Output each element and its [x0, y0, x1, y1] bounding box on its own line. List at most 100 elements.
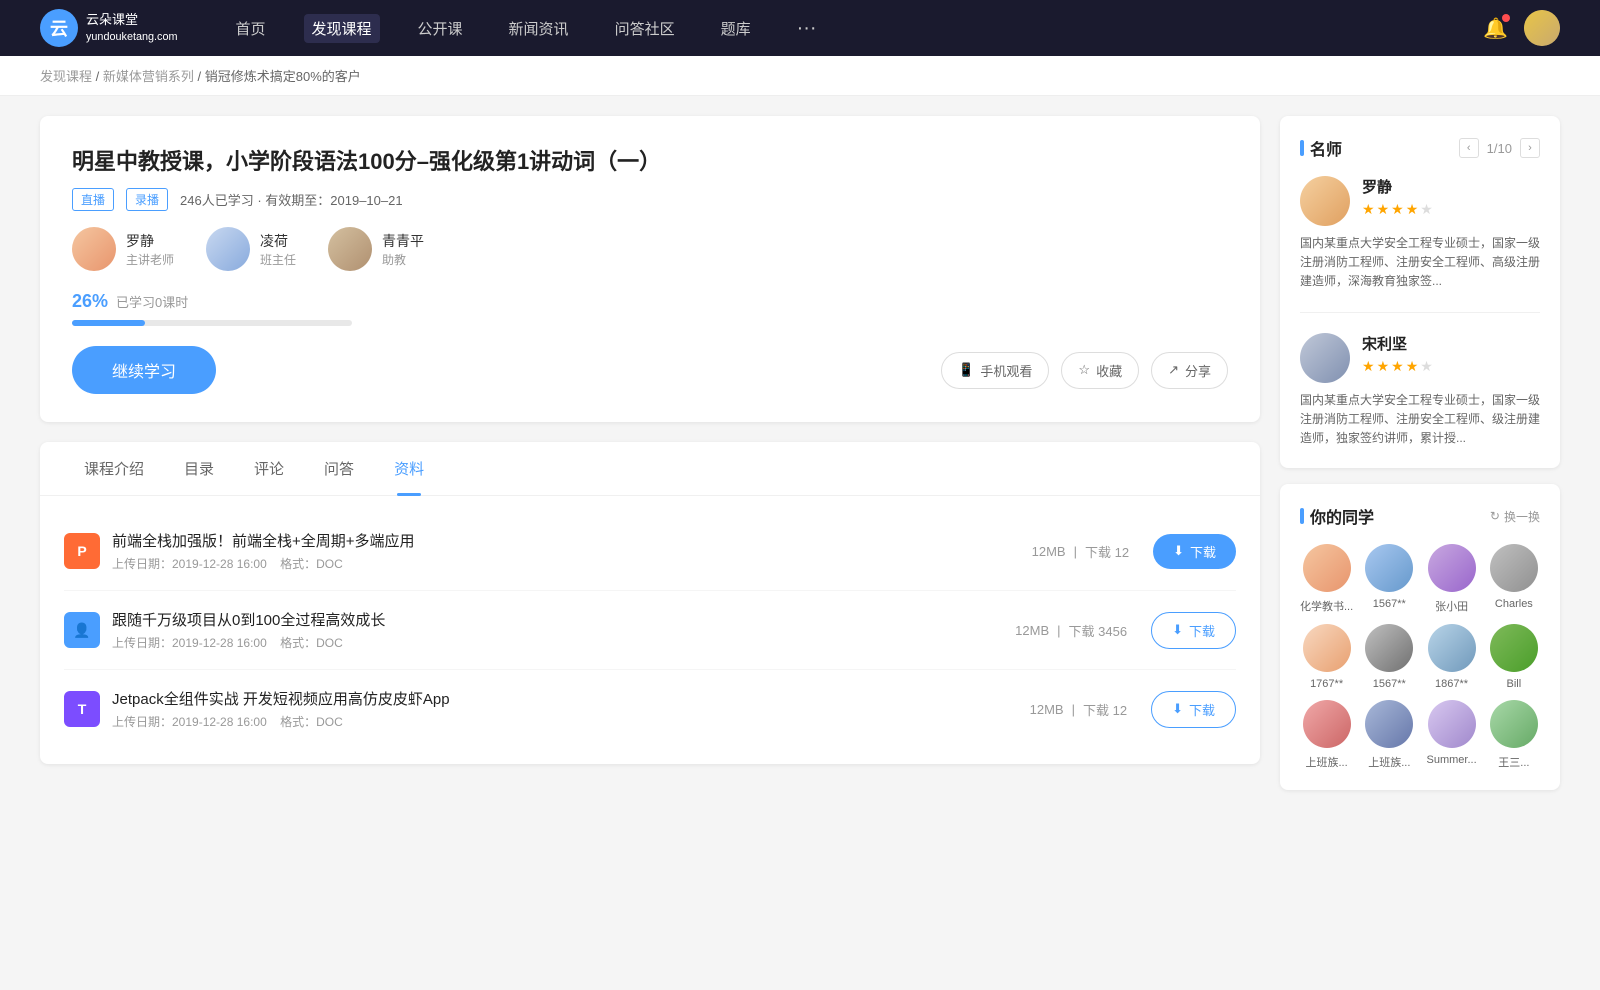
progress-section: 26% 已学习0课时 — [72, 291, 1228, 326]
resource-info-2: 跟随千万级项目从0到100全过程高效成长 上传日期：2019-12-28 16:… — [112, 609, 991, 651]
tab-intro[interactable]: 课程介绍 — [64, 442, 164, 495]
teacher-page: 1/10 — [1487, 141, 1512, 156]
resource-stats-2: 12MB | 下载 3456 — [1015, 621, 1127, 640]
classmate-item-11: Summer... — [1425, 700, 1477, 770]
classmate-avatar-3[interactable] — [1428, 544, 1476, 592]
resource-size-3: 12MB — [1030, 702, 1064, 717]
tag-record: 录播 — [126, 188, 168, 211]
classmate-avatar-5[interactable] — [1303, 624, 1351, 672]
classmates-title: 你的同学 — [1300, 504, 1374, 528]
classmate-avatar-7[interactable] — [1428, 624, 1476, 672]
instructor-role-1: 主讲老师 — [126, 251, 174, 268]
classmate-item-6: 1567** — [1363, 624, 1415, 690]
tab-qa[interactable]: 问答 — [304, 442, 374, 495]
mobile-watch-label: 手机观看 — [980, 361, 1032, 380]
classmate-item-9: 上班族... — [1300, 700, 1353, 770]
nav-item-discover[interactable]: 发现课程 — [304, 14, 380, 43]
classmate-name-5: 1767** — [1310, 678, 1343, 690]
classmate-avatar-10[interactable] — [1365, 700, 1413, 748]
resource-info-3: Jetpack全组件实战 开发短视频应用高仿皮皮虾App 上传日期：2019-1… — [112, 688, 1006, 730]
resource-sub-3: 上传日期：2019-12-28 16:00 格式：DOC — [112, 713, 1006, 730]
continue-button[interactable]: 继续学习 — [72, 346, 216, 394]
tab-catalog[interactable]: 目录 — [164, 442, 234, 495]
refresh-label: 换一换 — [1504, 508, 1540, 525]
download-button-2[interactable]: ⬇ 下载 — [1151, 612, 1236, 649]
logo-text: 云朵课堂yundouketang.com — [86, 12, 178, 44]
download-icon-2: ⬇ — [1172, 622, 1183, 638]
breadcrumb-discover[interactable]: 发现课程 — [40, 69, 92, 84]
nav-item-news[interactable]: 新闻资讯 — [501, 14, 577, 43]
logo[interactable]: 云 云朵课堂yundouketang.com — [40, 9, 178, 47]
resource-title-2: 跟随千万级项目从0到100全过程高效成长 — [112, 609, 991, 630]
instructor-avatar-1 — [72, 227, 116, 271]
right-panel: 名师 ‹ 1/10 › 罗静 ★ — [1280, 116, 1560, 790]
download-button-1[interactable]: ⬇ 下载 — [1153, 534, 1236, 569]
instructor-info-1: 罗静 主讲老师 — [126, 231, 174, 268]
teacher-name-2: 宋利坚 — [1362, 333, 1433, 354]
user-avatar-nav[interactable] — [1524, 10, 1560, 46]
tabs-header: 课程介绍 目录 评论 问答 资料 — [40, 442, 1260, 496]
instructor-name-3: 青青平 — [382, 231, 424, 251]
nav-item-quiz[interactable]: 题库 — [713, 14, 759, 43]
progress-bar-fill — [72, 320, 145, 326]
breadcrumb-series[interactable]: 新媒体营销系列 — [103, 69, 194, 84]
classmate-avatar-9[interactable] — [1303, 700, 1351, 748]
nav-item-home[interactable]: 首页 — [228, 14, 274, 43]
teacher-top-1: 罗静 ★ ★ ★ ★ ★ — [1300, 176, 1540, 226]
classmate-item-12: 王三... — [1488, 700, 1540, 770]
teacher-name-1: 罗静 — [1362, 176, 1433, 197]
nav-item-more[interactable]: ··· — [789, 13, 825, 44]
refresh-button[interactable]: ↻ 换一换 — [1490, 508, 1540, 525]
instructor-name-2: 凌荷 — [260, 231, 296, 251]
instructor-3: 青青平 助教 — [328, 227, 424, 271]
instructor-2: 凌荷 班主任 — [206, 227, 296, 271]
classmate-name-11: Summer... — [1427, 754, 1477, 766]
classmate-name-10: 上班族... — [1368, 754, 1410, 770]
main-container: 明星中教授课，小学阶段语法100分–强化级第1讲动词（一） 直播 录播 246人… — [0, 96, 1600, 810]
course-card: 明星中教授课，小学阶段语法100分–强化级第1讲动词（一） 直播 录播 246人… — [40, 116, 1260, 422]
course-actions: 继续学习 📱 手机观看 ☆ 收藏 ↗ 分享 — [72, 346, 1228, 394]
nav-item-qa[interactable]: 问答社区 — [607, 14, 683, 43]
classmate-item-10: 上班族... — [1363, 700, 1415, 770]
download-button-3[interactable]: ⬇ 下载 — [1151, 691, 1236, 728]
resource-item-3: T Jetpack全组件实战 开发短视频应用高仿皮皮虾App 上传日期：2019… — [64, 670, 1236, 748]
classmate-avatar-2[interactable] — [1365, 544, 1413, 592]
teacher-prev-button[interactable]: ‹ — [1459, 138, 1479, 158]
classmate-name-8: Bill — [1507, 678, 1522, 690]
classmates-header: 你的同学 ↻ 换一换 — [1300, 504, 1540, 528]
resource-size-1: 12MB — [1032, 544, 1066, 559]
teacher-stars-2: ★ ★ ★ ★ ★ — [1362, 358, 1433, 375]
tab-review[interactable]: 评论 — [234, 442, 304, 495]
classmate-item-5: 1767** — [1300, 624, 1353, 690]
classmate-name-2: 1567** — [1373, 598, 1406, 610]
notification-bell[interactable]: 🔔 — [1483, 16, 1508, 41]
instructor-1: 罗静 主讲老师 — [72, 227, 174, 271]
teacher-entry-2: 宋利坚 ★ ★ ★ ★ ★ 国内某重点大学安全工程专业硕士，国家一级注册消防工程… — [1300, 333, 1540, 449]
progress-header: 26% 已学习0课时 — [72, 291, 1228, 312]
course-meta-text: 246人已学习 · 有效期至：2019–10–21 — [180, 190, 403, 209]
classmate-item-1: 化学教书... — [1300, 544, 1353, 614]
refresh-icon: ↻ — [1490, 509, 1500, 523]
resource-size-2: 12MB — [1015, 623, 1049, 638]
classmate-avatar-12[interactable] — [1490, 700, 1538, 748]
classmate-avatar-4[interactable] — [1490, 544, 1538, 592]
instructor-role-2: 班主任 — [260, 251, 296, 268]
instructor-info-2: 凌荷 班主任 — [260, 231, 296, 268]
left-panel: 明星中教授课，小学阶段语法100分–强化级第1讲动词（一） 直播 录播 246人… — [40, 116, 1260, 790]
resource-icon-1: P — [64, 533, 100, 569]
action-buttons: 📱 手机观看 ☆ 收藏 ↗ 分享 — [941, 352, 1228, 389]
tab-resources[interactable]: 资料 — [374, 442, 444, 495]
collect-button[interactable]: ☆ 收藏 — [1061, 352, 1139, 389]
classmate-avatar-1[interactable] — [1303, 544, 1351, 592]
classmate-avatar-8[interactable] — [1490, 624, 1538, 672]
star-icon: ☆ — [1078, 362, 1090, 378]
classmate-avatar-11[interactable] — [1428, 700, 1476, 748]
instructor-avatar-3 — [328, 227, 372, 271]
share-button[interactable]: ↗ 分享 — [1151, 352, 1228, 389]
classmate-avatar-6[interactable] — [1365, 624, 1413, 672]
download-icon-1: ⬇ — [1173, 543, 1184, 559]
nav-item-public[interactable]: 公开课 — [410, 14, 471, 43]
mobile-watch-button[interactable]: 📱 手机观看 — [941, 352, 1049, 389]
teacher-next-button[interactable]: › — [1520, 138, 1540, 158]
classmate-name-7: 1867** — [1435, 678, 1468, 690]
